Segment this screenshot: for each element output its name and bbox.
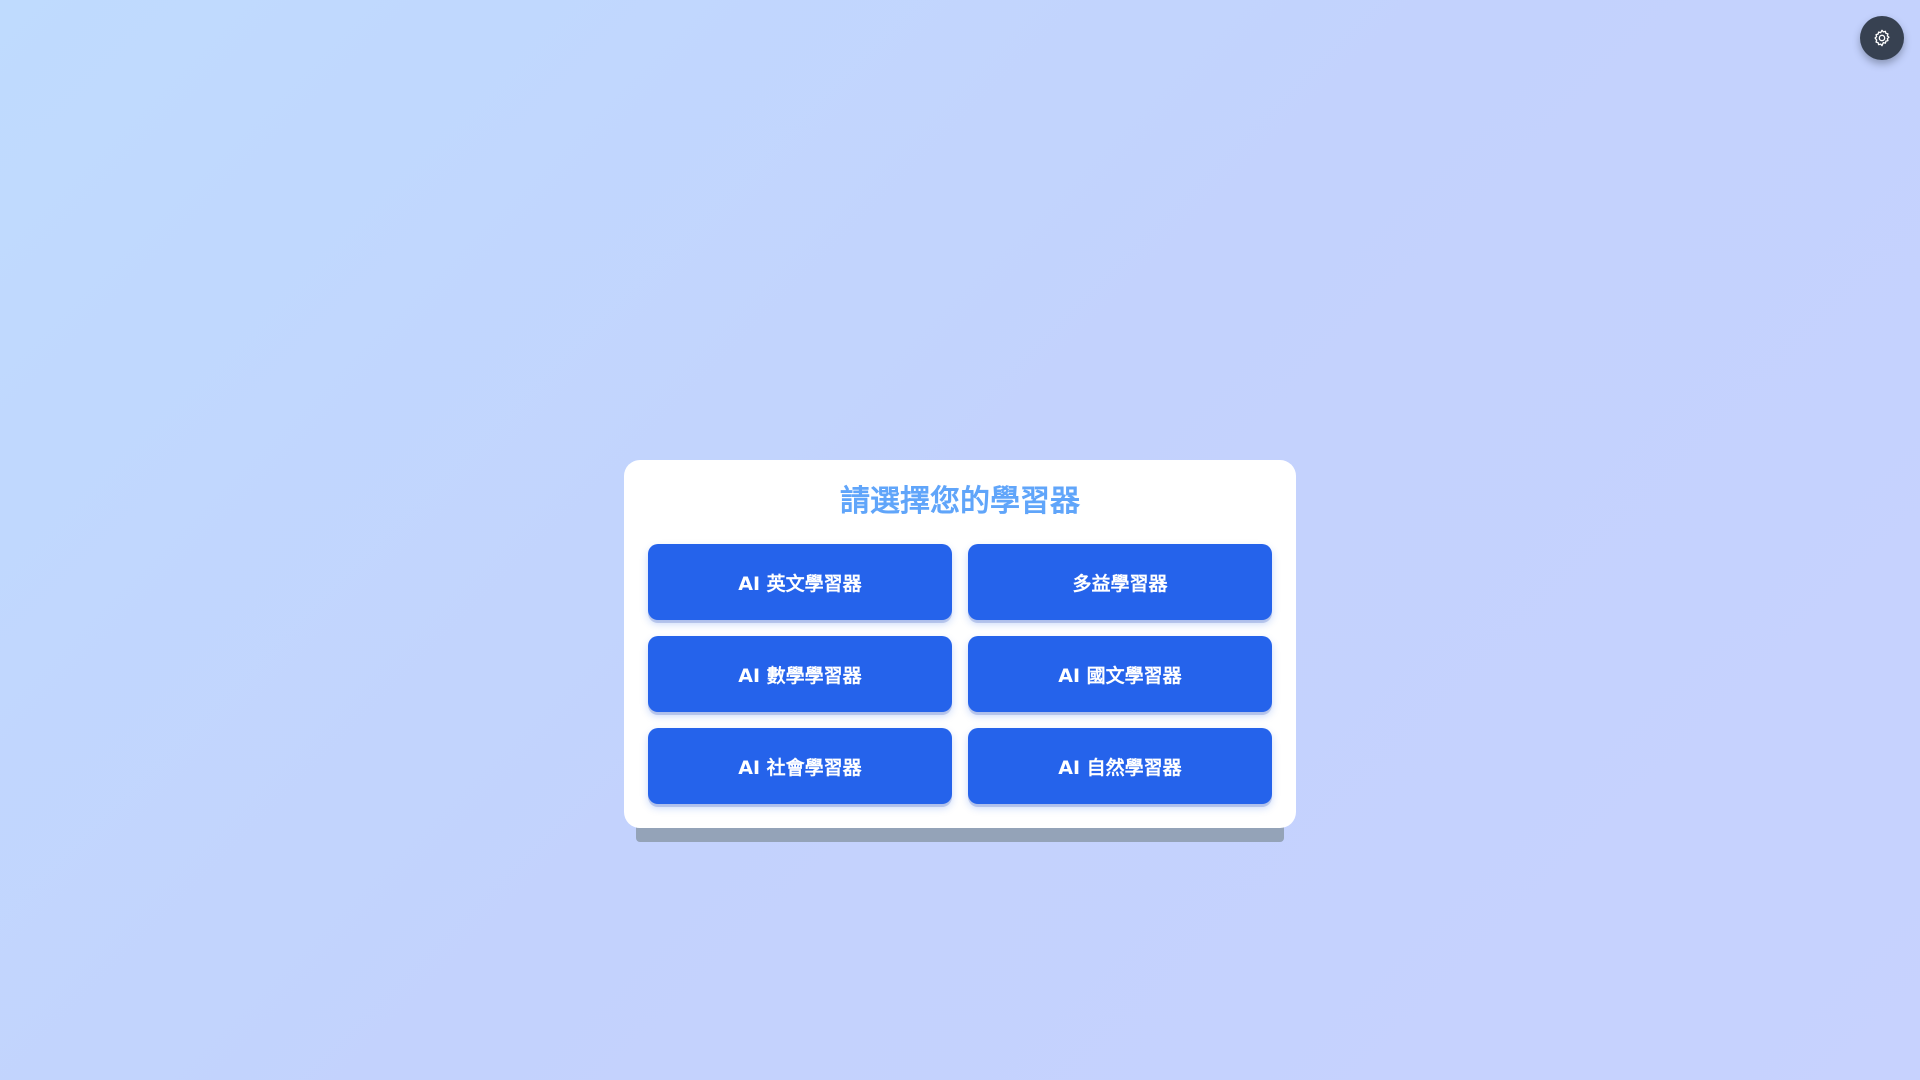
gear-icon: [1872, 28, 1892, 48]
learner-card: 請選擇您的學習器 AI 英文學習器 多益學習器 AI 數學學習器 AI 國文學習…: [624, 460, 1296, 828]
math-learner-button[interactable]: AI 數學學習器: [648, 636, 952, 712]
toeic-learner-button[interactable]: 多益學習器: [968, 544, 1272, 620]
english-learner-button[interactable]: AI 英文學習器: [648, 544, 952, 620]
learner-selector: 請選擇您的學習器 AI 英文學習器 多益學習器 AI 數學學習器 AI 國文學習…: [624, 460, 1296, 842]
learner-grid: AI 英文學習器 多益學習器 AI 數學學習器 AI 國文學習器 AI 社會學習…: [648, 544, 1272, 804]
science-learner-button[interactable]: AI 自然學習器: [968, 728, 1272, 804]
social-studies-learner-button[interactable]: AI 社會學習器: [648, 728, 952, 804]
page-title: 請選擇您的學習器: [840, 484, 1080, 519]
settings-button[interactable]: [1860, 16, 1904, 60]
chinese-learner-button[interactable]: AI 國文學習器: [968, 636, 1272, 712]
